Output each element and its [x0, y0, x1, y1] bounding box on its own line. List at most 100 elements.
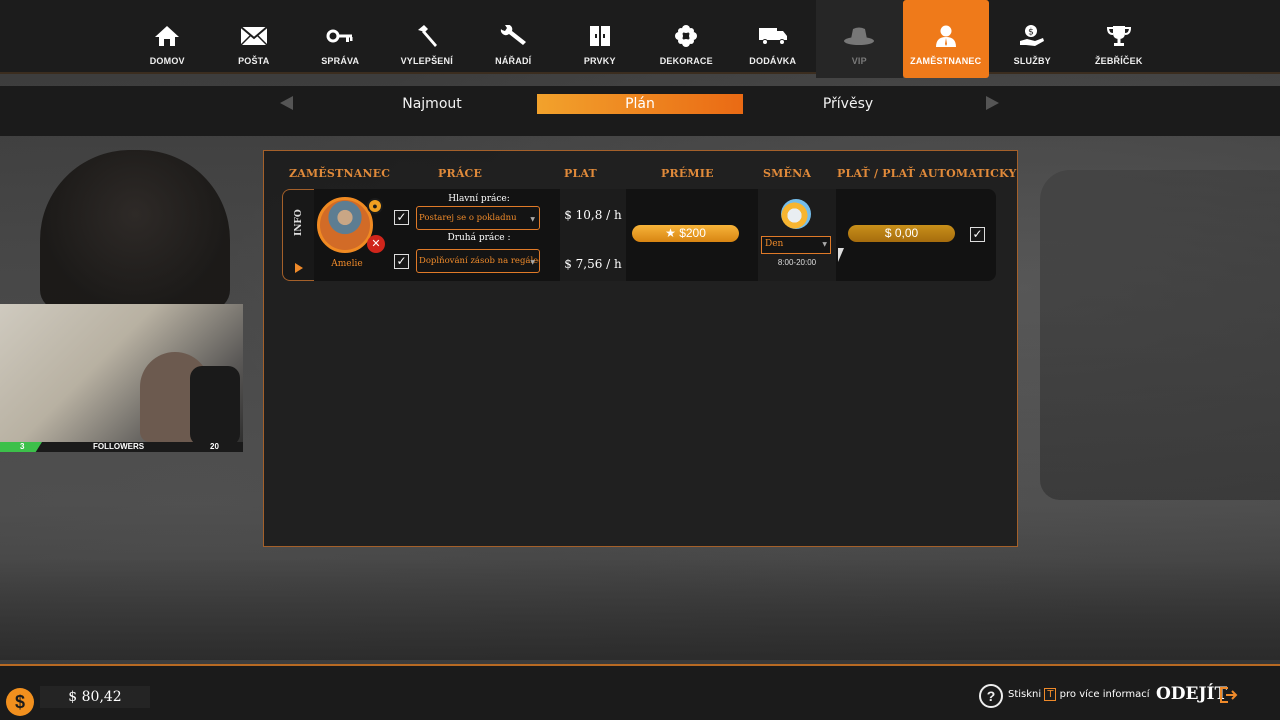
tab-plan[interactable]: Plán	[537, 94, 743, 114]
bonus-button[interactable]: ★ $200	[632, 225, 739, 242]
nav-label: DOMOV	[149, 56, 185, 66]
second-job-checkbox[interactable]: ✓	[394, 254, 409, 269]
shift-time: 8:00-20:00	[777, 258, 817, 267]
webcam-overlay: 3 FOLLOWERS 20	[0, 304, 243, 452]
nav-label: SLUŽBY	[1013, 56, 1051, 66]
money-hand-icon: $	[1019, 24, 1045, 48]
play-icon[interactable]	[295, 263, 303, 273]
nav-label: DODÁVKA	[749, 56, 797, 66]
employee-row: INFO ● ✕ Amelie ✓ Hlavní práce: Postarej…	[282, 189, 996, 281]
followers-label: FOLLOWERS	[93, 442, 145, 451]
level-badge-icon: ●	[367, 198, 383, 214]
header-employee: ZAMĚSTNANEC	[289, 167, 391, 180]
nav-item-naradi[interactable]: NÁŘADÍ	[470, 0, 557, 78]
chevron-down-icon: ▼	[530, 259, 535, 266]
nav-label: POŠTA	[238, 56, 270, 66]
pay-cell: $ 10,8 / h $ 7,56 / h	[560, 189, 626, 281]
main-job-label: Hlavní práce:	[448, 194, 510, 204]
header-shift: SMĚNA	[763, 167, 812, 180]
nav-item-posta[interactable]: POŠTA	[211, 0, 298, 78]
help-icon[interactable]: ?	[979, 684, 1003, 708]
nav-label: ZAMĚSTNANEC	[910, 56, 982, 66]
nav-item-sprava[interactable]: SPRÁVA	[297, 0, 384, 78]
nav-label: ŽEBŘÍČEK	[1094, 56, 1143, 66]
nav-label: DEKORACE	[659, 56, 713, 66]
followers-bar: 3 FOLLOWERS 20	[0, 442, 243, 452]
background-floor	[0, 560, 1280, 660]
mail-icon	[240, 24, 268, 48]
money-balance: $ 80,42	[40, 686, 150, 708]
home-icon	[154, 24, 180, 48]
main-job-value: Postarej se o pokladnu	[419, 213, 517, 223]
shift-value: Den	[765, 239, 784, 249]
nav-label: VIP	[851, 56, 867, 66]
employee-icon	[935, 24, 957, 48]
nav-item-dodavka[interactable]: DODÁVKA	[730, 0, 817, 78]
employee-name: Amelie	[331, 259, 363, 269]
chevron-down-icon: ▼	[822, 241, 827, 248]
nav-item-sluzby[interactable]: $ SLUŽBY	[989, 0, 1076, 78]
second-job-select[interactable]: Doplňování zásob na regálech ▼	[416, 249, 540, 273]
tab-najmout[interactable]: Najmout	[330, 94, 534, 114]
nav-item-prvky[interactable]: PRVKY	[557, 0, 644, 78]
svg-text:$: $	[1028, 28, 1034, 38]
nav-item-vip[interactable]: VIP	[816, 0, 903, 78]
key-icon	[326, 24, 354, 48]
truck-icon	[758, 24, 788, 48]
nav-item-zamestnanec[interactable]: ZAMĚSTNANEC	[902, 0, 989, 78]
coin-icon: $	[6, 688, 34, 716]
nav-label: VYLEPŠENÍ	[400, 56, 453, 66]
nav-item-dekorace[interactable]: DEKORACE	[643, 0, 730, 78]
pay-now-button[interactable]: $ 0,00	[848, 225, 955, 242]
nav-label: PRVKY	[583, 56, 616, 66]
exit-icon[interactable]	[1220, 687, 1238, 703]
help-text: Stiskni T pro více informací	[1008, 688, 1150, 701]
star-icon: ★	[665, 226, 676, 240]
second-job-value: Doplňování zásob na regálech	[419, 256, 540, 266]
subtab-bar: Najmout Plán Přívěsy	[0, 86, 1280, 136]
tab-prives[interactable]: Přívěsy	[746, 94, 950, 114]
main-job-checkbox[interactable]: ✓	[394, 210, 409, 225]
top-navigation: DOMOV POŠTA SPRÁVA VYLEPŠENÍ NÁŘADÍ PRVK…	[0, 0, 1280, 78]
hammer-icon	[415, 24, 439, 48]
help-key: T	[1044, 688, 1057, 701]
header-pay: PLAT	[564, 167, 597, 180]
shift-cell: Den ▼ 8:00-20:00	[758, 189, 836, 281]
help-suffix: pro více informací	[1059, 689, 1150, 700]
hat-icon	[843, 24, 875, 48]
chevron-down-icon: ▼	[530, 216, 535, 223]
followers-goal: 20	[210, 442, 219, 451]
mouse-cursor-icon	[838, 248, 844, 262]
info-tab[interactable]: INFO	[282, 189, 314, 281]
nav-label: SPRÁVA	[321, 56, 360, 66]
day-weather-icon	[781, 199, 811, 229]
bottom-bar: $ $ 80,42 ? Stiskni T pro více informací…	[0, 664, 1280, 720]
nav-item-zebricek[interactable]: ŽEBŘÍČEK	[1076, 0, 1163, 78]
nav-items: DOMOV POŠTA SPRÁVA VYLEPŠENÍ NÁŘADÍ PRVK…	[124, 0, 1162, 78]
exit-button[interactable]: ODEJÍT	[1156, 684, 1227, 704]
nav-label: NÁŘADÍ	[495, 56, 532, 66]
second-job-pay: $ 7,56 / h	[564, 257, 622, 271]
prev-tab-arrow-icon[interactable]	[280, 96, 293, 110]
fire-employee-icon[interactable]: ✕	[367, 235, 385, 253]
background-character	[40, 150, 230, 310]
header-job: PRÁCE	[438, 167, 483, 180]
trophy-icon	[1106, 24, 1131, 48]
background-vehicle	[1040, 170, 1280, 500]
employee-plan-panel: ZAMĚSTNANEC PRÁCE PLAT PRÉMIE SMĚNA PLAŤ…	[263, 150, 1018, 547]
gaming-chair	[190, 366, 240, 446]
header-bonus: PRÉMIE	[661, 167, 714, 180]
nav-item-vylepseni[interactable]: VYLEPŠENÍ	[384, 0, 471, 78]
next-tab-arrow-icon[interactable]	[986, 96, 999, 110]
main-job-select[interactable]: Postarej se o pokladnu ▼	[416, 206, 540, 230]
wrench-icon	[499, 24, 527, 48]
bonus-value: $200	[679, 226, 706, 240]
info-label: INFO	[294, 209, 304, 236]
flower-icon	[675, 24, 698, 48]
shift-select[interactable]: Den ▼	[761, 236, 831, 254]
second-job-label: Druhá práce :	[447, 233, 511, 243]
employee-avatar[interactable]	[317, 197, 373, 253]
cabinet-icon	[589, 24, 611, 48]
auto-pay-checkbox[interactable]: ✓	[970, 227, 985, 242]
nav-item-domov[interactable]: DOMOV	[124, 0, 211, 78]
